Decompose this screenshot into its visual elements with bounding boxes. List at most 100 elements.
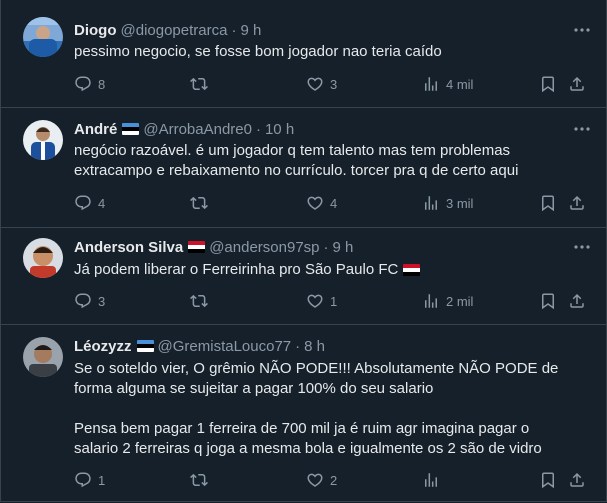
reply-button[interactable]: 1 — [74, 470, 105, 490]
timestamp[interactable]: 8 h — [304, 338, 325, 355]
tweet[interactable]: André @ArrobaAndre0 · 10 h negócio razoá… — [1, 107, 606, 228]
tweet-text: negócio razoável. é um jogador q tem tal… — [74, 141, 524, 181]
tweet-paragraph: Se o soteldo vier, O grêmio NÃO PODE!!! … — [74, 360, 559, 397]
tweet-paragraph: Pensa bem pagar 1 ferreira de 700 mil ja… — [74, 420, 542, 457]
views-icon — [425, 473, 437, 487]
reply-count: 1 — [98, 472, 106, 488]
tweet-actions: 8 3 4 mil — [74, 74, 594, 94]
more-icon[interactable] — [572, 20, 592, 40]
separator-dot: · — [323, 238, 329, 256]
display-name[interactable]: André — [74, 121, 117, 138]
retweet-button[interactable] — [190, 291, 214, 311]
tweet-text: Se o soteldo vier, O grêmio NÃO PODE!!! … — [74, 359, 559, 459]
like-count: 3 — [330, 76, 338, 92]
share-button[interactable] — [568, 470, 586, 490]
tweet[interactable]: Diogo @diogopetrarca · 9 h pessimo negoc… — [1, 0, 606, 108]
bookmark-button[interactable] — [539, 291, 557, 311]
timestamp[interactable]: 9 h — [333, 239, 354, 256]
tweet-header: Anderson Silva @anderson97sp · 9 h — [74, 237, 353, 257]
tweet[interactable]: Anderson Silva @anderson97sp · 9 h Já po… — [1, 227, 606, 325]
avatar[interactable] — [23, 120, 63, 160]
views-button[interactable] — [422, 470, 446, 490]
avatar[interactable] — [23, 337, 63, 377]
tweet-text: pessimo negocio, se fosse bom jogador na… — [74, 42, 579, 62]
tweet[interactable]: Léozyzz @GremistaLouco77 · 8 h Se o sote… — [1, 324, 606, 501]
views-icon — [425, 294, 437, 308]
bookmark-icon — [542, 472, 554, 489]
tweet-paragraph: negócio razoável. é um jogador q tem tal… — [74, 142, 519, 179]
more-icon[interactable] — [572, 237, 592, 257]
reply-icon — [75, 76, 91, 92]
avatar[interactable] — [23, 17, 63, 57]
display-name[interactable]: Anderson Silva — [74, 239, 183, 256]
retweet-icon — [190, 77, 208, 91]
more-icon[interactable] — [572, 119, 592, 139]
like-icon — [307, 77, 323, 91]
tweet-text-content: Já podem liberar o Ferreirinha pro São P… — [74, 261, 399, 278]
bookmark-icon — [542, 76, 554, 93]
like-count: 1 — [330, 293, 338, 309]
separator-dot: · — [255, 120, 261, 138]
views-count: 2 mil — [446, 293, 474, 309]
estonia-flag — [136, 340, 154, 352]
separator-dot: · — [295, 337, 301, 355]
share-button[interactable] — [568, 74, 586, 94]
display-name[interactable]: Léozyzz — [74, 338, 132, 355]
bookmark-button[interactable] — [539, 193, 557, 213]
bookmark-button[interactable] — [539, 470, 557, 490]
tweet-paragraph: pessimo negocio, se fosse bom jogador na… — [74, 43, 442, 60]
retweet-icon — [190, 294, 208, 308]
views-count: 4 mil — [446, 76, 474, 92]
like-icon — [307, 473, 323, 487]
views-button[interactable]: 3 mil — [422, 193, 473, 213]
retweet-icon — [190, 196, 208, 210]
reply-button[interactable]: 4 — [74, 193, 105, 213]
reply-thread: Diogo @diogopetrarca · 9 h pessimo negoc… — [0, 0, 607, 502]
share-button[interactable] — [568, 193, 586, 213]
username[interactable]: @anderson97sp — [209, 239, 319, 256]
like-button[interactable]: 4 — [306, 193, 337, 213]
reply-button[interactable]: 8 — [74, 74, 105, 94]
estonia-flag — [122, 123, 140, 135]
tweet-text: Já podem liberar o Ferreirinha pro São P… — [74, 260, 579, 280]
username[interactable]: @GremistaLouco77 — [158, 338, 292, 355]
like-count: 4 — [330, 195, 338, 211]
like-button[interactable]: 2 — [306, 470, 337, 490]
tweet-actions: 1 2 — [74, 470, 594, 490]
tweet-header: Diogo @diogopetrarca · 9 h — [74, 20, 261, 40]
display-name[interactable]: Diogo — [74, 22, 117, 39]
views-button[interactable]: 2 mil — [422, 291, 473, 311]
tweet-actions: 3 1 2 mil — [74, 291, 594, 311]
avatar[interactable] — [23, 238, 63, 278]
share-icon — [570, 293, 584, 308]
like-count: 2 — [330, 472, 338, 488]
egypt-flag — [188, 241, 206, 253]
tweet-paragraph: Já podem liberar o Ferreirinha pro São P… — [74, 260, 579, 280]
share-icon — [570, 195, 584, 210]
separator-dot: · — [231, 21, 237, 39]
like-button[interactable]: 3 — [306, 74, 337, 94]
bookmark-button[interactable] — [539, 74, 557, 94]
like-button[interactable]: 1 — [306, 291, 337, 311]
views-icon — [425, 77, 437, 91]
share-icon — [570, 76, 584, 91]
bookmark-icon — [542, 293, 554, 310]
reply-count: 3 — [98, 293, 106, 309]
tweet-header: Léozyzz @GremistaLouco77 · 8 h — [74, 336, 325, 356]
retweet-button[interactable] — [190, 74, 214, 94]
share-button[interactable] — [568, 291, 586, 311]
reply-count: 8 — [98, 76, 106, 92]
tweet-actions: 4 4 3 mil — [74, 193, 594, 213]
retweet-button[interactable] — [190, 193, 214, 213]
views-button[interactable]: 4 mil — [422, 74, 473, 94]
timestamp[interactable]: 9 h — [240, 22, 261, 39]
share-icon — [570, 472, 584, 487]
reply-icon — [75, 472, 91, 488]
username[interactable]: @ArrobaAndre0 — [143, 121, 252, 138]
reply-button[interactable]: 3 — [74, 291, 105, 311]
like-icon — [307, 196, 323, 210]
tweet-header: André @ArrobaAndre0 · 10 h — [74, 119, 294, 139]
timestamp[interactable]: 10 h — [265, 121, 294, 138]
retweet-button[interactable] — [190, 470, 214, 490]
username[interactable]: @diogopetrarca — [121, 22, 228, 39]
